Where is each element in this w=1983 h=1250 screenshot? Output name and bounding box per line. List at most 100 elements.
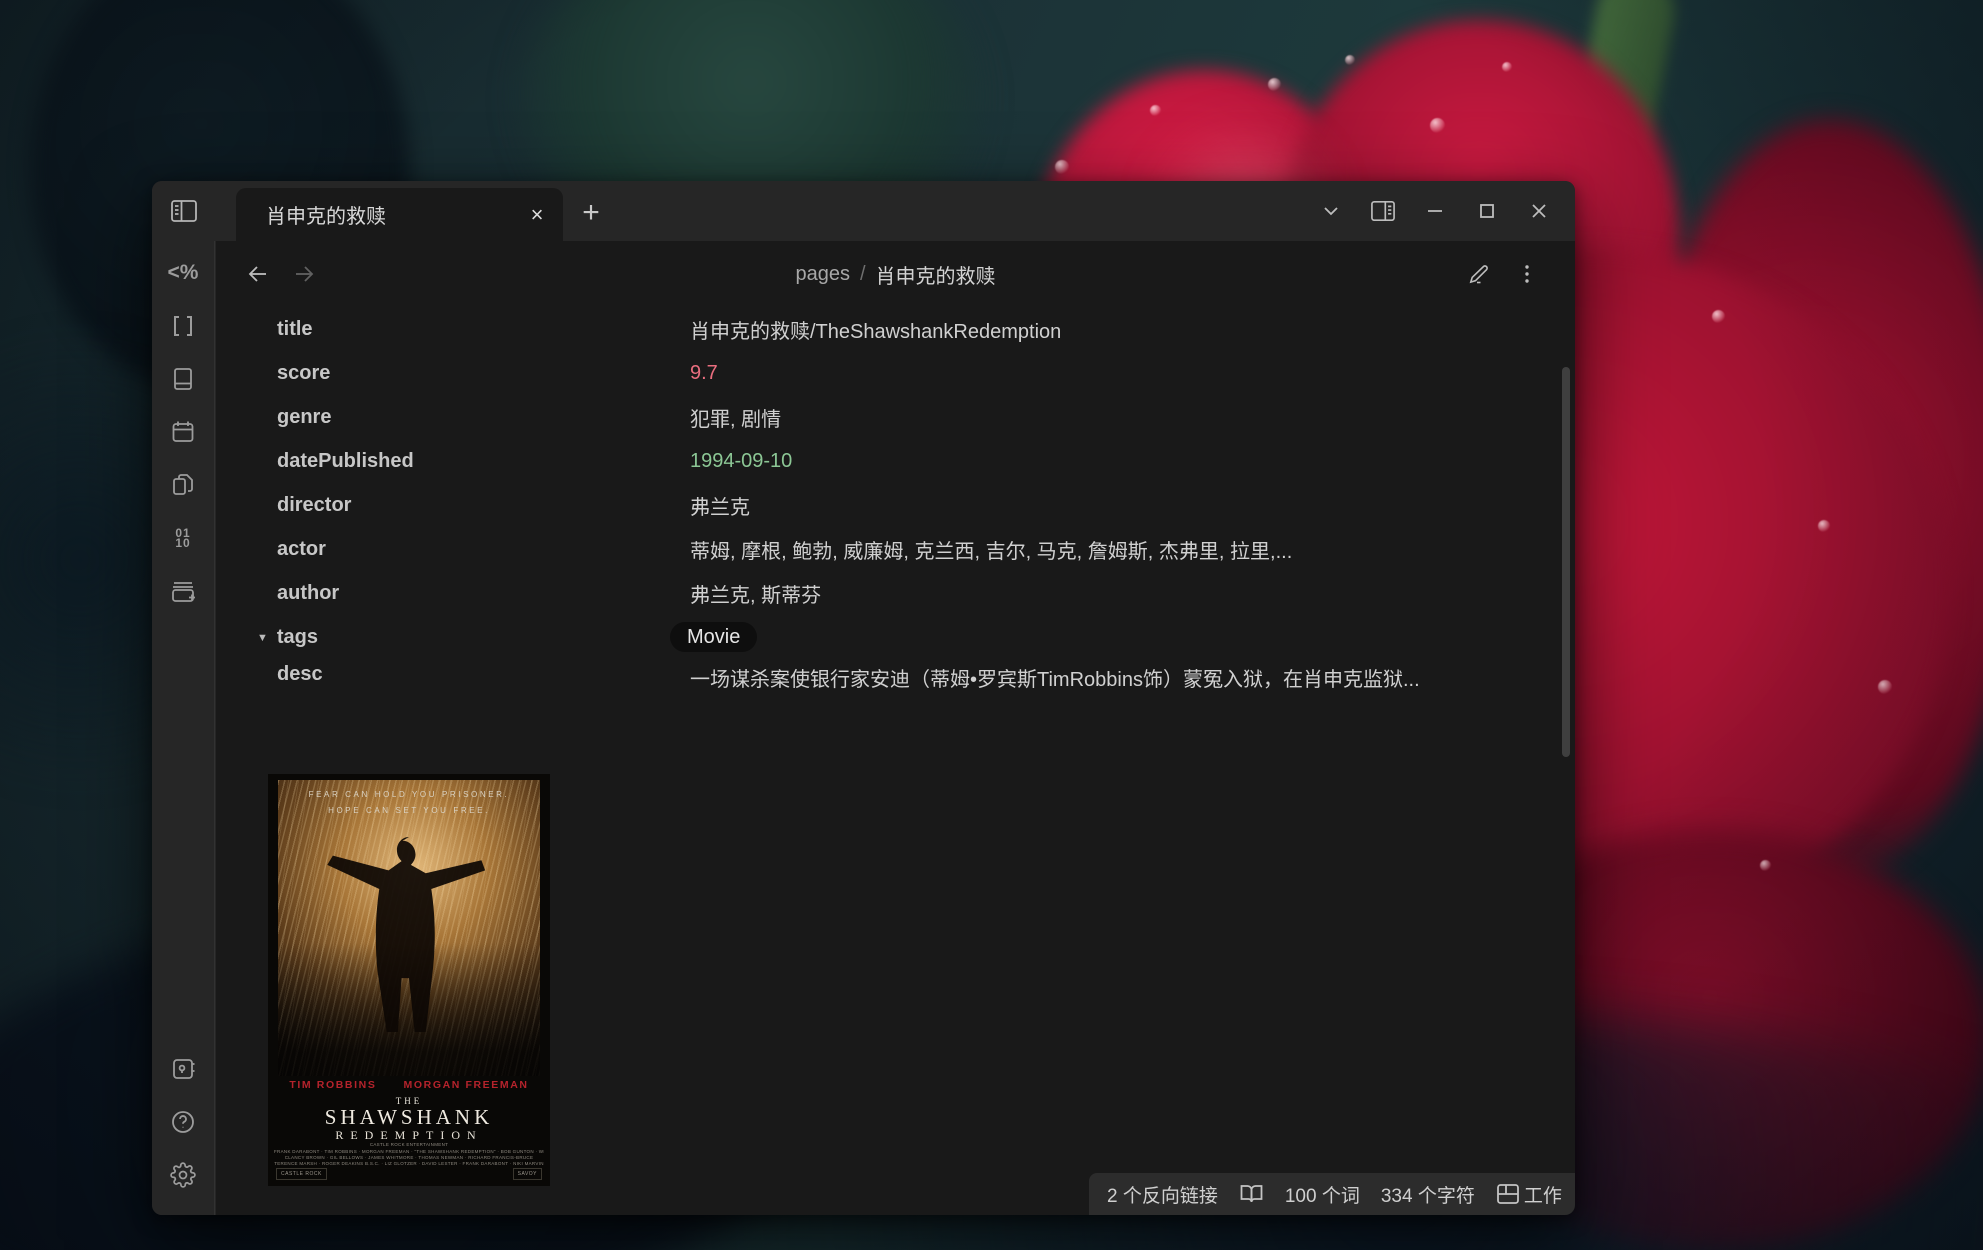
attribute-value[interactable]: 9.7 xyxy=(690,362,718,385)
movie-poster-image[interactable]: FEAR CAN HOLD YOU PRISONER. HOPE CAN SET… xyxy=(268,774,550,1186)
app-window: 肖申克的救赎 × + xyxy=(152,181,1575,1215)
attribute-row-datePublished: datePublished 1994-09-10 xyxy=(277,439,1505,483)
breadcrumb-separator: / xyxy=(860,263,866,286)
attribute-value[interactable]: 一场谋杀案使银行家安迪（蒂姆•罗宾斯TimRobbins饰）蒙冤入狱，在肖申克监… xyxy=(690,663,1420,698)
panel-left-icon xyxy=(170,198,198,224)
attribute-row-tags: ▼ tags Movie xyxy=(277,615,1505,659)
edit-mode-button[interactable] xyxy=(1459,254,1499,294)
poster-title-main: SHAWSHANK xyxy=(268,1105,550,1130)
attribute-table: title 肖申克的救赎/TheShawshankRedemption scor… xyxy=(277,307,1505,743)
close-icon xyxy=(1529,201,1549,221)
poster-credits: CLANCY BROWN · GIL BELLOWS · JAMES WHITM… xyxy=(274,1155,544,1160)
panel-right-icon xyxy=(1370,199,1396,223)
attribute-label: genre xyxy=(277,406,690,429)
chevron-down-icon xyxy=(1321,201,1341,221)
poster-tagline: HOPE CAN SET YOU FREE. xyxy=(268,806,550,815)
attribute-label: author xyxy=(277,582,690,605)
char-count: 334 个字符 xyxy=(1381,1181,1475,1208)
document-tab[interactable]: 肖申克的救赎 × xyxy=(236,188,563,241)
book-icon xyxy=(170,366,196,392)
poster-figure-silhouette xyxy=(316,824,502,1058)
attribute-value[interactable]: 弗兰克, 斯蒂芬 xyxy=(690,579,821,608)
binary-icon: 01 10 xyxy=(175,528,190,548)
attribute-row-director: director 弗兰克 xyxy=(277,483,1505,527)
help-dock-button[interactable] xyxy=(168,1108,198,1136)
backlinks-panel-button[interactable] xyxy=(1239,1183,1264,1205)
pencil-icon xyxy=(1467,262,1491,286)
poster-tagline: FEAR CAN HOLD YOU PRISONER. xyxy=(268,790,550,799)
brackets-icon xyxy=(170,313,196,339)
bookmark-dock-button[interactable] xyxy=(168,312,198,340)
tab-bar: 肖申克的救赎 × + xyxy=(152,181,1575,241)
vertical-scrollbar[interactable] xyxy=(1562,367,1570,757)
attribute-label: desc xyxy=(277,663,690,686)
book-open-icon xyxy=(1239,1183,1264,1205)
left-dock: <% xyxy=(152,241,215,1215)
notebook-dock-button[interactable] xyxy=(168,365,198,393)
close-window-button[interactable] xyxy=(1513,189,1565,233)
attribute-row-title: title 肖申克的救赎/TheShawshankRedemption xyxy=(277,307,1505,351)
word-count: 100 个词 xyxy=(1285,1181,1360,1208)
workspace-layout-icon xyxy=(1496,1183,1520,1205)
pages-dock-button[interactable] xyxy=(168,471,198,499)
maximize-icon xyxy=(1477,201,1497,221)
poster-credits: TERENCE MARSH · ROGER DEAKINS B.S.C. · L… xyxy=(274,1161,544,1166)
new-tab-button[interactable]: + xyxy=(568,191,614,235)
tab-menu-chevron-button[interactable] xyxy=(1305,189,1357,233)
poster-studio-logo: CASTLE ROCK xyxy=(276,1168,327,1180)
attribute-value: Movie xyxy=(670,626,757,649)
attribute-row-actor: actor 蒂姆, 摩根, 鲍勃, 威廉姆, 克兰西, 吉尔, 马克, 詹姆斯,… xyxy=(277,527,1505,571)
breadcrumb-current[interactable]: 肖申克的救赎 xyxy=(876,260,996,289)
status-bar: 2 个反向链接 100 个词 334 个字符 xyxy=(1089,1173,1575,1215)
editor-content: pages / 肖申克的救赎 xyxy=(216,241,1575,1215)
attribute-row-score: score 9.7 xyxy=(277,351,1505,395)
maximize-button[interactable] xyxy=(1461,189,1513,233)
backlinks-counter[interactable]: 2 个反向链接 xyxy=(1107,1181,1218,1208)
more-options-button[interactable] xyxy=(1507,254,1547,294)
attribute-row-desc: desc 一场谋杀案使银行家安迪（蒂姆•罗宾斯TimRobbins饰）蒙冤入狱，… xyxy=(277,659,1505,743)
workspace-switcher[interactable]: 工作 xyxy=(1496,1181,1562,1208)
poster-credits: FRANK DARABONT · TIM ROBBINS · MORGAN FR… xyxy=(274,1149,544,1154)
right-panel-toggle-button[interactable] xyxy=(1357,189,1409,233)
attribute-row-genre: genre 犯罪, 剧情 xyxy=(277,395,1505,439)
poster-studio-logo: SAVOY xyxy=(513,1168,542,1180)
window-body: <% xyxy=(152,241,1575,1215)
dock-panel-toggle-button[interactable] xyxy=(152,181,215,241)
kebab-menu-icon xyxy=(1517,263,1537,285)
gear-icon xyxy=(170,1162,196,1188)
minimize-button[interactable] xyxy=(1409,189,1461,233)
poster-credits: CASTLE ROCK ENTERTAINMENT xyxy=(274,1142,544,1147)
attribute-label: datePublished xyxy=(277,450,690,473)
minimize-icon xyxy=(1425,201,1445,221)
tab-close-button[interactable]: × xyxy=(517,195,557,235)
attribute-label: director xyxy=(277,494,690,517)
copy-pages-icon xyxy=(170,472,196,498)
attribute-label: actor xyxy=(277,538,690,561)
help-icon xyxy=(170,1109,196,1135)
tag-pill[interactable]: Movie xyxy=(670,622,757,652)
document-toolbar: pages / 肖申克的救赎 xyxy=(216,251,1575,297)
card-deck-dock-button[interactable] xyxy=(168,577,198,605)
calendar-dock-button[interactable] xyxy=(168,418,198,446)
window-controls xyxy=(1305,181,1565,241)
tab-title: 肖申克的救赎 xyxy=(266,200,517,229)
database-dock-button[interactable]: 01 10 xyxy=(168,524,198,552)
settings-dock-button[interactable] xyxy=(168,1161,198,1189)
attribute-row-author: author 弗兰克, 斯蒂芬 xyxy=(277,571,1505,615)
stack-add-icon xyxy=(169,577,197,605)
safe-dock-button[interactable] xyxy=(168,1055,198,1083)
template-dock-button[interactable]: <% xyxy=(168,259,198,287)
poster-rain-scene xyxy=(278,780,540,1076)
calendar-icon xyxy=(170,419,196,445)
attribute-value[interactable]: 弗兰克 xyxy=(690,491,750,520)
poster-cast-names: TIM ROBBINS MORGAN FREEMAN xyxy=(268,1079,550,1091)
attribute-value[interactable]: 肖申克的救赎/TheShawshankRedemption xyxy=(690,315,1061,344)
attribute-value[interactable]: 蒂姆, 摩根, 鲍勃, 威廉姆, 克兰西, 吉尔, 马克, 詹姆斯, 杰弗里, … xyxy=(690,535,1292,564)
safe-lock-icon xyxy=(170,1056,196,1082)
attribute-value[interactable]: 1994-09-10 xyxy=(690,450,792,473)
attribute-value[interactable]: 犯罪, 剧情 xyxy=(690,403,781,432)
collapse-arrow-icon[interactable]: ▼ xyxy=(257,632,268,644)
breadcrumb: pages / 肖申克的救赎 xyxy=(216,251,1575,297)
breadcrumb-parent[interactable]: pages xyxy=(795,263,850,286)
attribute-label: score xyxy=(277,362,690,385)
